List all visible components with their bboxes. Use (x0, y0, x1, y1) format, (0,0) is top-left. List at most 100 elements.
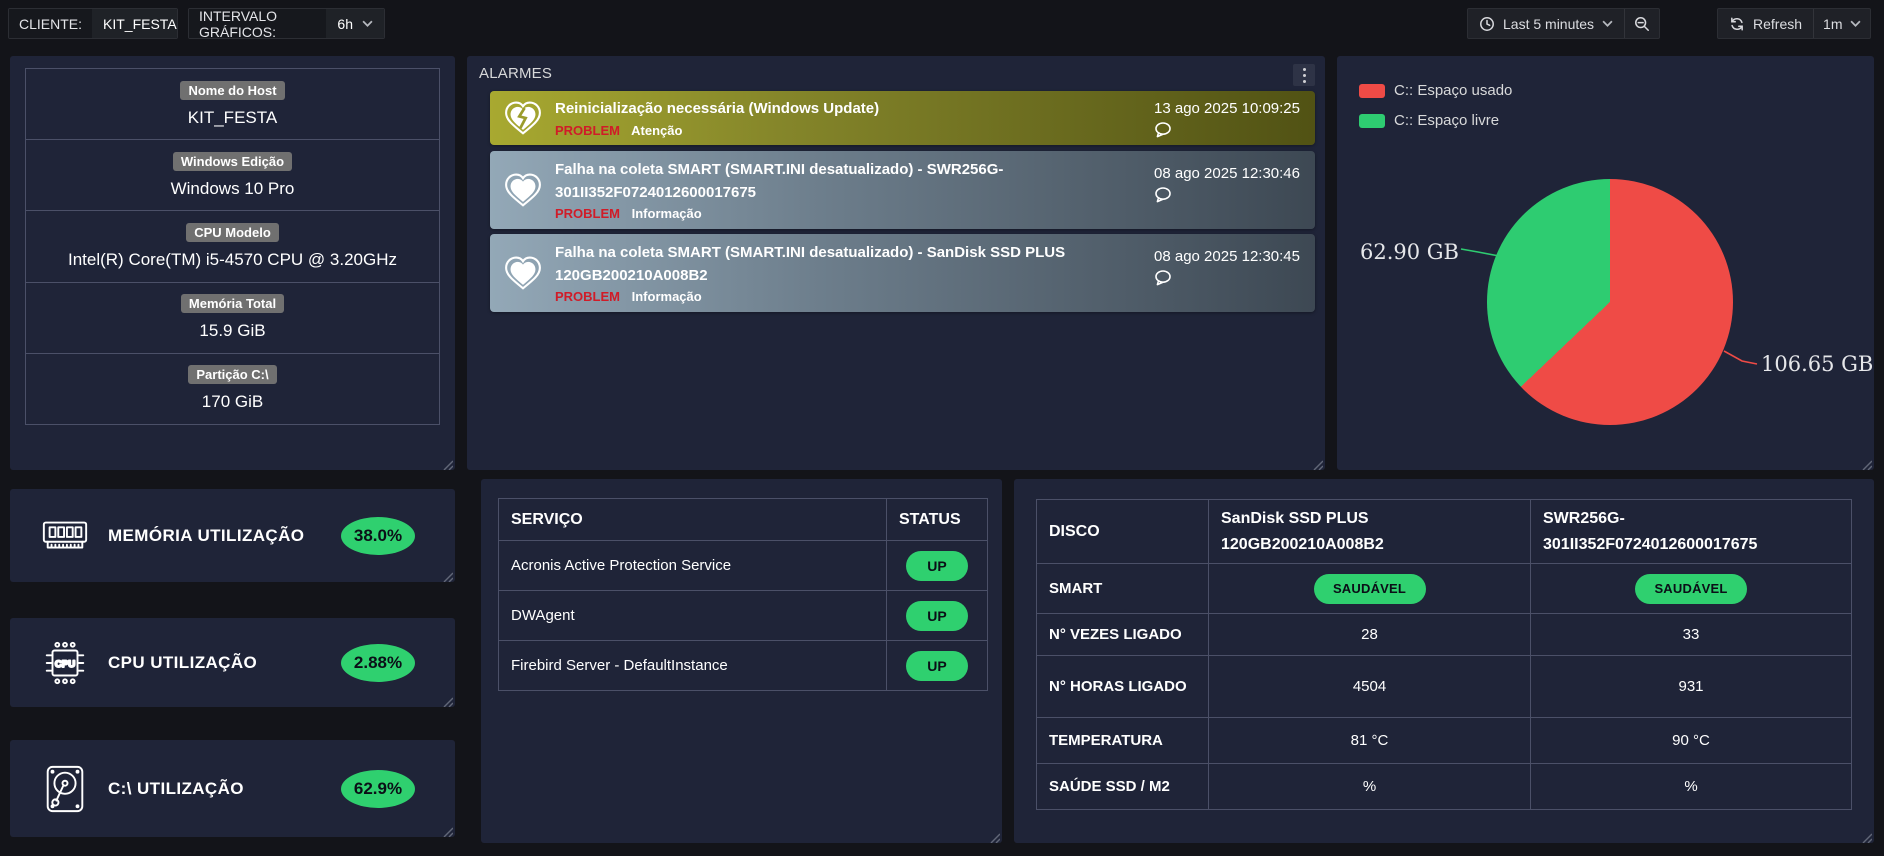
service-row: DWAgent UP (498, 590, 988, 641)
memory-utilization-panel: MEMÓRIA UTILIZAÇÃO 38.0% (10, 489, 455, 583)
time-picker-group: Last 5 minutes (1467, 8, 1661, 39)
pie-chart (1487, 179, 1733, 425)
alarm-item-windows-update[interactable]: Reinicialização necessária (Windows Upda… (490, 91, 1315, 145)
host-row-c-partition: Partição C:\ 170 GiB (26, 352, 439, 424)
cell-value: 90 °C (1530, 717, 1852, 765)
comments-bubble-icon[interactable] (1154, 122, 1172, 138)
alarm-severity: Atenção (631, 122, 683, 138)
legend-item-used[interactable]: C:: Espaço usado (1359, 82, 1512, 99)
column-header-status: STATUS (886, 498, 988, 541)
client-variable-control[interactable]: CLIENTE: KIT_FESTA (8, 8, 178, 39)
refresh-label: Refresh (1753, 15, 1803, 32)
services-header-row: SERVIÇO STATUS (498, 498, 988, 541)
dashboard: CLIENTE: KIT_FESTA INTERVALO GRÁFICOS: 6… (0, 0, 1884, 856)
field-label-badge: Windows Edição (172, 151, 293, 171)
disk-row-power-on-hours: N° HORAS LIGADO 4504 931 (1036, 655, 1852, 719)
pie-value-label-free: 62.90 GB (1359, 240, 1459, 264)
disks-header-row: DISCO SanDisk SSD PLUS 120GB200210A008B2… (1036, 498, 1852, 565)
svg-text:CPU: CPU (55, 658, 75, 669)
disks-panel: DISCO SanDisk SSD PLUS 120GB200210A008B2… (1014, 479, 1874, 844)
alarm-statusline: PROBLEM Informação (555, 206, 1115, 221)
client-variable-value[interactable]: KIT_FESTA (92, 9, 177, 38)
panel-resize-handle[interactable] (442, 569, 454, 583)
panel-menu-kebab-icon[interactable] (1293, 64, 1315, 86)
disk-row-temperature: TEMPERATURA 81 °C 90 °C (1036, 717, 1852, 765)
pie-legend: C:: Espaço usado C:: Espaço livre (1359, 82, 1512, 129)
refresh-button[interactable]: Refresh (1718, 9, 1813, 38)
panel-resize-handle[interactable] (442, 824, 454, 838)
panel-resize-handle[interactable] (1861, 830, 1873, 844)
interval-variable-control[interactable]: INTERVALO GRÁFICOS: 6h (188, 8, 385, 39)
smart-health-pill: SAUDÁVEL (1635, 573, 1747, 604)
stat-label: C:\ UTILIZAÇÃO (108, 778, 244, 798)
chevron-down-icon (362, 20, 373, 27)
cell-value: 33 (1530, 613, 1852, 657)
heart-icon (505, 256, 541, 290)
chevron-down-icon (1850, 20, 1862, 27)
alarm-timestamp: 08 ago 2025 12:30:45 (1154, 248, 1300, 265)
cell-value: 28 (1208, 613, 1531, 657)
services-table: SERVIÇO STATUS Acronis Active Protection… (498, 498, 988, 691)
panel-resize-handle[interactable] (442, 457, 454, 471)
time-range-picker[interactable]: Last 5 minutes (1468, 9, 1624, 38)
host-row-cpu-model: CPU Modelo Intel(R) Core(TM) i5-4570 CPU… (26, 210, 439, 281)
stat-value-pill: 38.0% (341, 516, 415, 555)
comments-bubble-icon[interactable] (1154, 270, 1172, 286)
alarm-meta: 08 ago 2025 12:30:45 (1154, 248, 1300, 291)
host-row-hostname: Nome do Host KIT_FESTA (26, 69, 439, 139)
panel-resize-handle[interactable] (442, 694, 454, 708)
c-drive-utilization-panel: C:\ UTILIZAÇÃO 62.9% (10, 740, 455, 838)
legend-swatch-free (1359, 113, 1385, 128)
field-label-badge: Memória Total (180, 294, 285, 314)
field-value: Intel(R) Core(TM) i5-4570 CPU @ 3.20GHz (67, 250, 397, 269)
alarm-timestamp: 08 ago 2025 12:30:46 (1154, 165, 1300, 182)
stat-label: MEMÓRIA UTILIZAÇÃO (108, 525, 305, 545)
circular-arrows-icon (1731, 17, 1743, 30)
interval-variable-value[interactable]: 6h (326, 9, 384, 38)
field-value: 15.9 GiB (199, 321, 266, 341)
row-label: TEMPERATURA (1036, 717, 1209, 765)
alarm-item-smart-swr256g[interactable]: Falha na coleta SMART (SMART.INI desatua… (490, 151, 1315, 229)
refresh-interval-select[interactable]: 1m (1814, 9, 1870, 38)
alarm-meta: 13 ago 2025 10:09:25 (1154, 100, 1300, 143)
panel-resize-handle[interactable] (989, 830, 1001, 844)
alarm-status: PROBLEM (555, 122, 620, 138)
alarm-body: Falha na coleta SMART (SMART.INI desatua… (555, 159, 1115, 221)
alarm-item-smart-sandisk[interactable]: Falha na coleta SMART (SMART.INI desatua… (490, 234, 1315, 312)
host-row-windows-edition: Windows Edição Windows 10 Pro (26, 139, 439, 210)
panel-resize-handle[interactable] (1312, 457, 1324, 471)
cell-value: 4504 (1208, 655, 1531, 719)
alarm-statusline: PROBLEM Informação (555, 289, 1115, 304)
alarm-body: Reinicialização necessária (Windows Upda… (555, 98, 879, 138)
cpu-chip-icon: CPU (45, 641, 85, 684)
comments-bubble-icon[interactable] (1154, 187, 1172, 203)
interval-variable-label: INTERVALO GRÁFICOS: (189, 9, 327, 38)
field-label-badge: Partição C:\ (188, 365, 277, 385)
service-row: Firebird Server - DefaultInstance UP (498, 640, 988, 691)
refresh-interval-value: 1m (1823, 15, 1843, 32)
cell-value: % (1530, 763, 1852, 811)
service-status-pill: UP (906, 600, 968, 631)
service-name: DWAgent (498, 590, 887, 641)
service-row: Acronis Active Protection Service UP (498, 540, 988, 591)
alarms-panel: ALARMES Reinicialização necessária (Wind… (467, 56, 1325, 471)
row-label: N° VEZES LIGADO (1036, 613, 1209, 657)
host-info-table: Nome do Host KIT_FESTA Windows Edição Wi… (25, 68, 440, 425)
row-label: SAÚDE SSD / M2 (1036, 763, 1209, 811)
client-variable-label: CLIENTE: (9, 9, 93, 38)
panel-resize-handle[interactable] (1861, 457, 1873, 471)
ram-stick-icon (42, 521, 88, 548)
smart-health-pill: SAUDÁVEL (1313, 573, 1426, 604)
field-label-badge: Nome do Host (180, 80, 285, 100)
service-status-pill: UP (906, 550, 968, 581)
alarm-status: PROBLEM (555, 206, 620, 221)
legend-label: C:: Espaço usado (1394, 82, 1513, 99)
column-header-disk: DISCO (1036, 498, 1209, 565)
field-value: 170 GiB (201, 392, 264, 412)
legend-item-free[interactable]: C:: Espaço livre (1359, 112, 1512, 129)
zoom-out-button[interactable] (1625, 9, 1659, 38)
legend-swatch-used (1359, 83, 1385, 98)
magnifier-minus-icon (1635, 16, 1650, 31)
alarm-title: Falha na coleta SMART (SMART.INI desatua… (555, 244, 1066, 284)
disk-space-pie-panel: C:: Espaço usado C:: Espaço livre 62.90 … (1337, 56, 1874, 471)
